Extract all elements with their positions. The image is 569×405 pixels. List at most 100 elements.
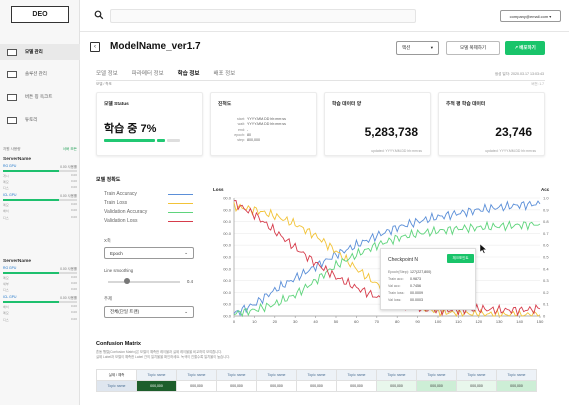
table-cell: 000,000 bbox=[336, 380, 377, 392]
theme-select[interactable]: 전체(단일 트랜) ⌄ bbox=[104, 306, 194, 318]
checkpoint-key: Val acc: bbox=[388, 284, 401, 288]
card-title: 학습 데이터 양 bbox=[332, 102, 362, 107]
gpu-usage-bar bbox=[3, 301, 77, 303]
y-tick-label-left: 00.0 bbox=[223, 231, 232, 236]
action-select-label: 액션 bbox=[402, 45, 411, 50]
top-bar: company@email.com ▾ bbox=[80, 0, 569, 32]
progress-value: - bbox=[247, 127, 249, 132]
x-axis-label: X축 bbox=[104, 238, 111, 243]
gpu-metric-label: 개시 bbox=[3, 173, 9, 178]
x-tick-label: 50 bbox=[334, 319, 339, 324]
y-tick-label-left: 00.0 bbox=[223, 196, 232, 201]
column-header: Topic name bbox=[496, 369, 537, 381]
gpu-metric-label: 메모 bbox=[3, 203, 9, 208]
column-header: Topic name bbox=[216, 369, 257, 381]
gpu-metric-value: 0.00 bbox=[70, 274, 77, 279]
copy-model-button[interactable]: 모델 복제하기 bbox=[446, 41, 500, 55]
chevron-down-icon: ⌄ bbox=[184, 309, 188, 314]
column-header: Topic name bbox=[296, 369, 337, 381]
progress-value: YYYY.MM.DD hh:mm:ss bbox=[247, 117, 286, 121]
gpu-item: ICL GPU 0.00 사용률 메모 0.00 배치 0.00 디스 0.00 bbox=[3, 193, 77, 220]
legend-item-validation-loss[interactable]: Validation Loss bbox=[104, 218, 138, 224]
gpu-metric-value: 0.00 bbox=[70, 185, 77, 190]
smoothing-slider-handle[interactable] bbox=[124, 278, 130, 284]
breadcrumb: 모델 / 학포 bbox=[96, 82, 112, 86]
version-label: 버전: 1.7 bbox=[531, 82, 544, 86]
sidebar-item-solution[interactable]: 솔루션 관리 bbox=[0, 66, 80, 82]
gpu-metric-label: 세부 bbox=[3, 282, 9, 287]
gpu-usage-bar bbox=[3, 272, 77, 274]
column-header: Topic name bbox=[456, 369, 497, 381]
gpu-usage-bar bbox=[3, 170, 77, 172]
sidebar-item-tutorial[interactable]: 튜토리 bbox=[0, 112, 80, 128]
test-data-count: 23,746 bbox=[495, 125, 532, 139]
table-cell: 000,000 bbox=[296, 380, 337, 392]
gpu-usage-bar-fill bbox=[3, 199, 59, 201]
action-select[interactable]: 액션 ▾ bbox=[396, 41, 439, 55]
legend-swatch bbox=[168, 203, 193, 205]
checkpoint-key: Epoch(Step): bbox=[388, 270, 409, 274]
gpu-name[interactable]: RG GPU bbox=[3, 266, 16, 271]
table-cell: 000,000 bbox=[176, 380, 217, 392]
gpu-usage-bar-fill bbox=[3, 272, 59, 274]
sidebar-item-dataset[interactable]: 버튼 칭 옥크트 bbox=[0, 89, 80, 105]
sidebar-item-model-management[interactable]: 모델 관리 bbox=[0, 44, 80, 60]
search-input[interactable] bbox=[110, 9, 416, 23]
deploy-button[interactable]: ↗ 배포하기 bbox=[505, 41, 545, 55]
column-header: Topic name bbox=[336, 369, 377, 381]
gpu-name[interactable]: ICL GPU bbox=[3, 295, 16, 300]
y-tick-label-right: 0.6 bbox=[543, 243, 549, 248]
legend-item-train-loss[interactable]: Train Loss bbox=[104, 200, 127, 206]
column-header: Topic name bbox=[136, 369, 177, 381]
table-header-row: 실제 \ 예측 Topic name Topic name Topic name… bbox=[96, 369, 537, 381]
gpu-usage-bar-fill bbox=[3, 301, 59, 303]
gpu-usage: 0.00 사용률 bbox=[60, 194, 77, 199]
gpu-item: RG GPU 0.00 사용률 개시 0.00 메모 0.00 디스 0.00 bbox=[3, 164, 77, 190]
smoothing-slider[interactable] bbox=[108, 281, 180, 283]
gpu-name[interactable]: ICL GPU bbox=[3, 193, 16, 198]
table-row: Topic name 000,000 000,000 000,000 000,0… bbox=[96, 380, 537, 392]
table-cell: 000,000 bbox=[216, 380, 257, 392]
checkpoint-button[interactable]: 체크포인트 bbox=[447, 254, 474, 263]
sidebar-item-label: 모델 관리 bbox=[25, 49, 43, 54]
gpu-name[interactable]: RG GPU bbox=[3, 164, 16, 169]
search-icon[interactable] bbox=[94, 10, 104, 20]
column-header: Topic name bbox=[376, 369, 417, 381]
legend-item-validation-accuracy[interactable]: Validation Accuracy bbox=[104, 209, 147, 215]
logo[interactable]: DEO bbox=[11, 6, 69, 23]
back-button[interactable]: ‹ bbox=[90, 42, 100, 52]
resource-usage-title: 자원 사용량 bbox=[3, 147, 21, 151]
x-tick-label: 150 bbox=[537, 319, 544, 324]
x-axis-select[interactable]: Epoch ⌄ bbox=[104, 247, 194, 259]
x-tick-label: 0 bbox=[233, 319, 236, 324]
progress-value: 80 bbox=[247, 132, 251, 137]
sidebar-item-label: 버튼 칭 옥크트 bbox=[25, 94, 53, 99]
all-servers-link[interactable]: 서버 모든 bbox=[63, 147, 77, 152]
train-data-count: 5,283,738 bbox=[364, 125, 418, 139]
legend-item-train-accuracy[interactable]: Train Accuracy bbox=[104, 191, 137, 197]
x-tick-label: 140 bbox=[516, 319, 523, 324]
gpu-metric-label: 디스 bbox=[3, 317, 9, 322]
y-tick-label-right: 0.4 bbox=[543, 266, 549, 271]
y-tick-label-left: 00.0 bbox=[223, 290, 232, 295]
tab-divider bbox=[96, 80, 545, 81]
left-axis-title: Loss bbox=[213, 187, 224, 192]
y-tick-label-right: 0.3 bbox=[543, 278, 549, 283]
gpu-metric-value: 0.00 bbox=[70, 179, 77, 184]
y-tick-label-right: 0.7 bbox=[543, 231, 549, 236]
x-tick-label: 60 bbox=[354, 319, 359, 324]
x-tick-label: 10 bbox=[252, 319, 257, 324]
table-cell: 000,000 bbox=[376, 380, 417, 392]
y-tick-label-left: 00.0 bbox=[223, 266, 232, 271]
checkpoint-tooltip: Checkpoint N 체크포인트 Epoch(Step): 127(227,8… bbox=[380, 248, 476, 310]
user-account-menu[interactable]: company@email.com ▾ bbox=[500, 10, 561, 22]
legend-swatch bbox=[168, 194, 193, 196]
gpu-metric-value: 0.00 bbox=[70, 316, 77, 321]
table-cell: 000,000 bbox=[496, 380, 537, 392]
y-tick-label-left: 00.0 bbox=[223, 278, 232, 283]
x-tick-label: 40 bbox=[313, 319, 318, 324]
resource-usage-header: 자원 사용량 서버 모든 bbox=[3, 147, 77, 152]
gpu-usage-bar bbox=[3, 199, 77, 201]
updated-timestamp: updated: YYYY.MM.DD hh:mm:ss bbox=[485, 149, 536, 153]
y-tick-label-left: 00.0 bbox=[223, 314, 232, 319]
